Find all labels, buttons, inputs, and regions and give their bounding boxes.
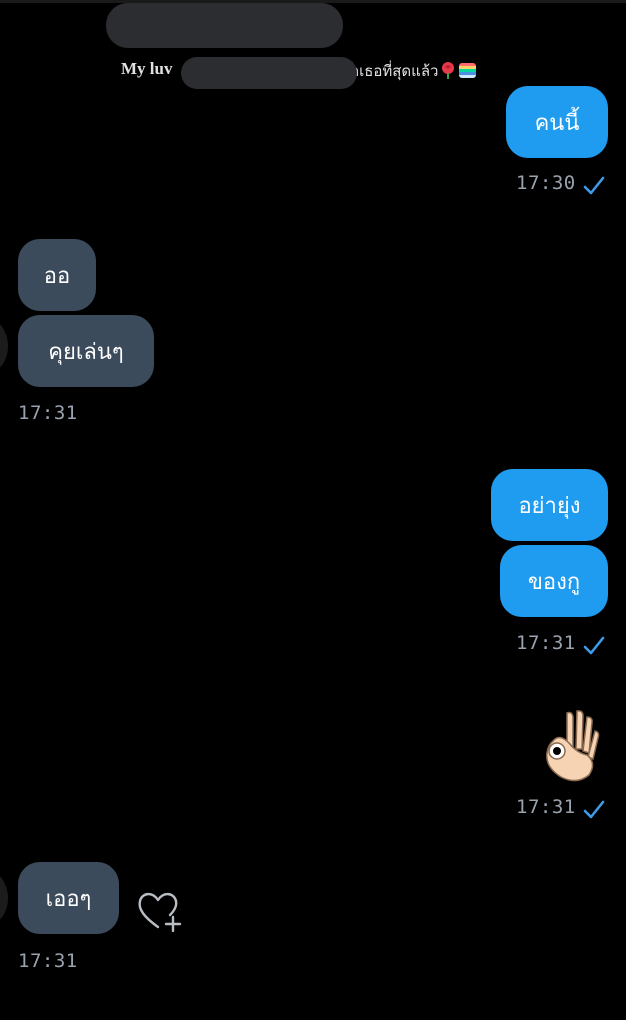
incoming-message-bubble[interactable]: เออๆ [18, 862, 119, 934]
redacted-contact-name [106, 3, 343, 48]
redacted-quote-text [181, 57, 357, 89]
message-timestamp: 17:31 [18, 950, 78, 972]
sent-check-icon [583, 176, 605, 195]
sent-check-icon [583, 636, 605, 655]
outgoing-message-bubble[interactable]: อย่ายุ่ง [491, 469, 608, 541]
message-text: ของกู [527, 569, 581, 595]
message-text: เออๆ [45, 886, 92, 912]
avatar[interactable] [0, 870, 8, 926]
message-timestamp: 17:30 [516, 172, 576, 194]
message-text: คุยเล่นๆ [48, 339, 124, 365]
message-timestamp: 17:31 [516, 632, 576, 654]
rose-icon [442, 62, 455, 79]
rainbow-icon [459, 63, 477, 78]
message-timestamp: 17:31 [516, 796, 576, 818]
sent-check-icon [583, 800, 605, 819]
quote-suffix-text: กเธอที่สุดแล้ว [350, 62, 439, 80]
quote-suffix-row: กเธอที่สุดแล้ว [350, 59, 477, 83]
message-text: อย่ายุ่ง [518, 493, 581, 519]
message-text: คนนี้ [534, 110, 580, 136]
outgoing-message-bubble[interactable]: ของกู [500, 545, 608, 617]
incoming-message-bubble[interactable]: คุยเล่นๆ [18, 315, 154, 387]
avatar[interactable] [0, 318, 8, 374]
ok-hand-icon[interactable] [537, 707, 607, 783]
quote-prefix: My luv [121, 59, 173, 78]
outgoing-message-bubble[interactable]: คนนี้ [506, 86, 608, 158]
message-text: ออ [43, 263, 71, 289]
heart-plus-icon[interactable] [136, 889, 184, 933]
incoming-message-bubble[interactable]: ออ [18, 239, 96, 311]
chat-screen: My luv กเธอที่สุดแล้ว คนนี้ 17:30 ออ คุย… [0, 0, 626, 1020]
message-timestamp: 17:31 [18, 402, 78, 424]
